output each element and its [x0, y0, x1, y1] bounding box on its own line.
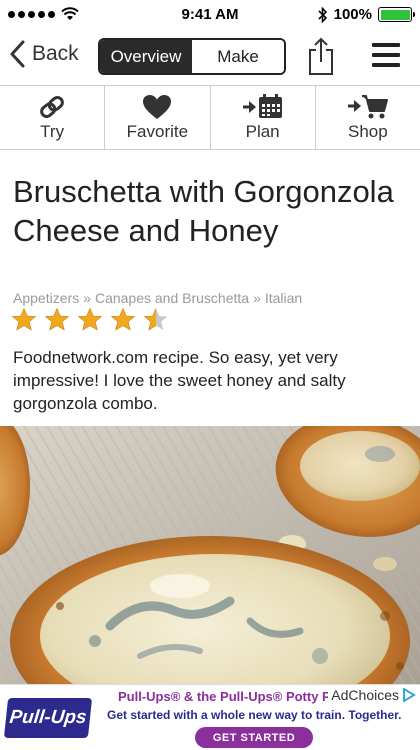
ad-subline: Get started with a whole new way to trai…: [107, 708, 402, 722]
bluetooth-icon: [318, 6, 327, 23]
adchoices-label: AdChoices: [331, 687, 399, 703]
try-label: Try: [40, 121, 65, 141]
calendar-arrow-icon: [242, 93, 282, 118]
back-button[interactable]: Back: [10, 40, 79, 68]
battery-icon: [378, 7, 415, 22]
star-icon: [77, 307, 103, 331]
favorite-label: Favorite: [126, 121, 189, 141]
status-bar: 9:41 AM 100%: [0, 0, 420, 30]
plan-label: Plan: [245, 121, 280, 141]
battery-fill: [380, 9, 410, 20]
recipe-title: Bruschetta with Gorgonzola Cheese and Ho…: [13, 174, 394, 248]
recipe-photo: [0, 426, 420, 684]
try-button[interactable]: Try: [0, 86, 106, 149]
star-rating: [11, 307, 169, 333]
adchoices-link[interactable]: AdChoices: [328, 687, 416, 703]
share-icon[interactable]: [306, 36, 336, 76]
plan-button[interactable]: Plan: [211, 86, 316, 149]
ad-banner[interactable]: Pull-Ups Pull-Ups® & the Pull-Ups® Potty…: [0, 684, 420, 750]
segment-make[interactable]: Make: [192, 40, 284, 73]
breadcrumb-separator: »: [253, 290, 261, 306]
navigation-bar: Back Overview Make: [0, 30, 420, 85]
status-right-group: 100%: [318, 6, 415, 23]
star-icon: [110, 307, 136, 331]
breadcrumb-item[interactable]: Italian: [265, 290, 302, 306]
breadcrumb-item[interactable]: Canapes and Bruschetta: [95, 290, 249, 306]
breadcrumb: Appetizers» Canapes and Bruschetta» Italia…: [13, 290, 302, 306]
segment-overview[interactable]: Overview: [100, 40, 192, 73]
star-icon: [143, 307, 168, 331]
get-started-button[interactable]: GET STARTED: [195, 727, 313, 748]
ad-headline: Pull-Ups® & the Pull-Ups® Potty P: [118, 689, 331, 704]
shop-button[interactable]: Shop: [316, 86, 420, 149]
favorite-button[interactable]: Favorite: [105, 86, 211, 149]
breadcrumb-separator: »: [83, 290, 91, 306]
recipe-description: Foodnetwork.com recipe. So easy, yet ver…: [13, 348, 346, 413]
breadcrumb-item[interactable]: Appetizers: [13, 290, 79, 306]
paperclip-icon: [40, 95, 64, 118]
adchoices-icon: [403, 688, 416, 702]
star-icon: [11, 307, 37, 331]
battery-percent: 100%: [333, 6, 372, 23]
chevron-left-icon: [10, 40, 25, 68]
star-icon: [44, 307, 70, 331]
back-label: Back: [32, 42, 79, 65]
view-segmented-control: Overview Make: [98, 38, 286, 75]
shop-label: Shop: [348, 121, 388, 141]
ad-logo: Pull-Ups: [3, 698, 93, 738]
cart-arrow-icon: [347, 94, 388, 118]
heart-icon: [143, 94, 172, 119]
recipe-action-toolbar: Try Favorite Plan Shop: [0, 85, 420, 150]
menu-icon[interactable]: [372, 43, 400, 67]
